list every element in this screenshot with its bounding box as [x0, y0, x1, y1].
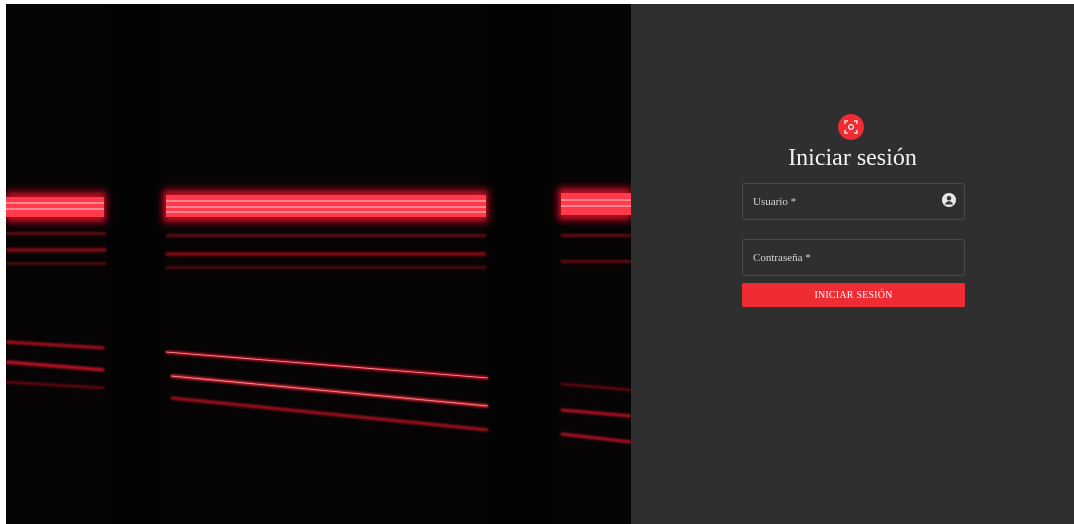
hero-image: [6, 4, 631, 524]
scan-icon-glyph: [844, 120, 858, 134]
login-button[interactable]: INICIAR SESIÓN: [742, 283, 965, 307]
user-badge-icon[interactable]: [942, 193, 956, 207]
login-page: Iniciar sesión Usuario * Contraseña * IN…: [6, 4, 1074, 524]
page-title: Iniciar sesión: [788, 145, 917, 171]
username-input[interactable]: [743, 184, 964, 219]
password-input[interactable]: [743, 240, 964, 275]
username-field[interactable]: Usuario *: [742, 183, 965, 220]
login-panel: Iniciar sesión Usuario * Contraseña * IN…: [631, 4, 1074, 524]
password-field[interactable]: Contraseña *: [742, 239, 965, 276]
red-light-streaks-image: [6, 4, 631, 524]
user-badge-icon-glyph: [945, 195, 953, 205]
scan-icon: [838, 114, 864, 140]
